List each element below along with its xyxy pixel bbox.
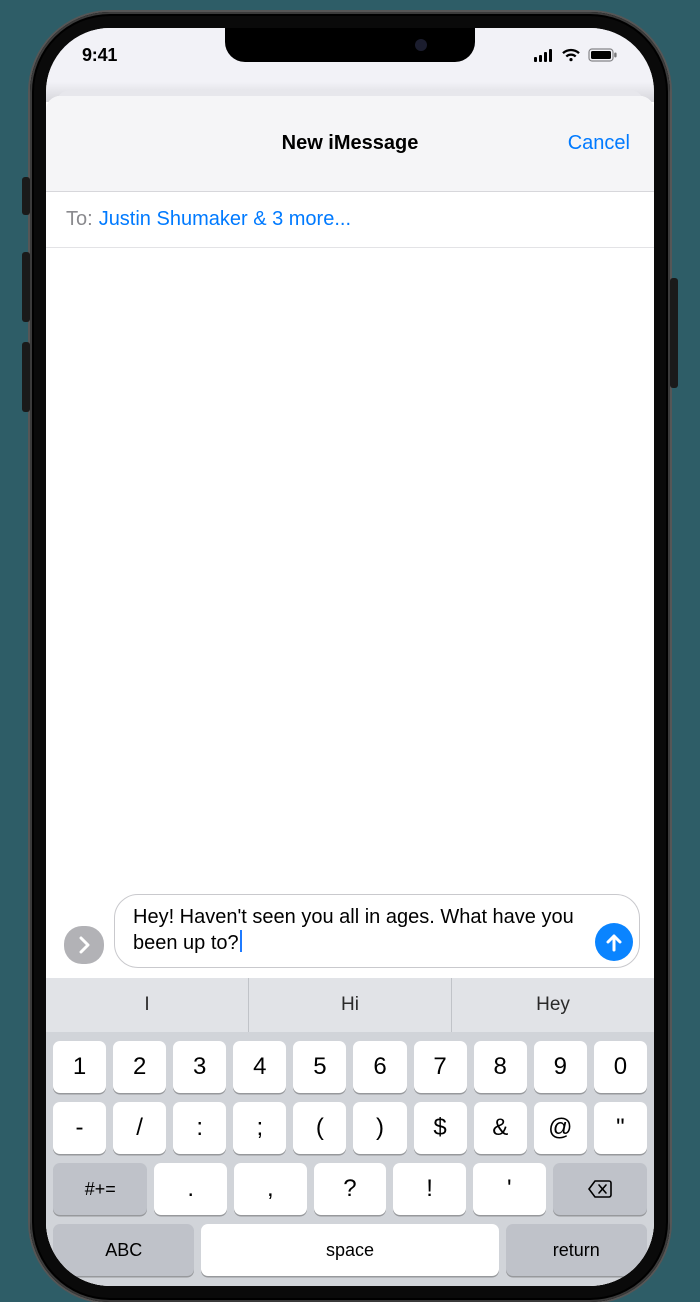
- arrow-up-icon: [605, 932, 623, 952]
- key-more-symbols[interactable]: #+=: [53, 1163, 147, 1215]
- mute-switch[interactable]: [22, 177, 30, 215]
- volume-up-button[interactable]: [22, 252, 30, 322]
- status-bar: 9:41: [46, 28, 654, 82]
- key-delete[interactable]: [553, 1163, 647, 1215]
- app-drawer-expand-button[interactable]: [64, 926, 104, 964]
- message-input[interactable]: Hey! Haven't seen you all in ages. What …: [114, 894, 640, 968]
- phone-frame: 9:41 New iMessage Cancel To: Justin Shum…: [30, 12, 670, 1302]
- key-lparen[interactable]: (: [293, 1102, 346, 1154]
- key-9[interactable]: 9: [534, 1041, 587, 1093]
- key-slash[interactable]: /: [113, 1102, 166, 1154]
- key-return[interactable]: return: [506, 1224, 647, 1276]
- key-apostrophe[interactable]: ': [473, 1163, 546, 1215]
- send-button[interactable]: [595, 923, 633, 961]
- keyboard: I Hi Hey 1 2 3 4 5 6 7 8 9 0 -: [46, 978, 654, 1286]
- key-row-3: #+= . , ? ! ': [46, 1154, 654, 1215]
- key-0[interactable]: 0: [594, 1041, 647, 1093]
- key-at[interactable]: @: [534, 1102, 587, 1154]
- text-cursor: [240, 930, 242, 952]
- key-7[interactable]: 7: [414, 1041, 467, 1093]
- key-period[interactable]: .: [154, 1163, 227, 1215]
- key-row-2: - / : ; ( ) $ & @ ": [46, 1093, 654, 1154]
- suggestion-1[interactable]: I: [46, 978, 249, 1032]
- camera-icon: [415, 39, 427, 51]
- key-row-4: ABC space return: [46, 1215, 654, 1276]
- new-message-sheet: New iMessage Cancel To: Justin Shumaker …: [46, 96, 654, 1286]
- key-question[interactable]: ?: [314, 1163, 387, 1215]
- key-amp[interactable]: &: [474, 1102, 527, 1154]
- key-6[interactable]: 6: [353, 1041, 406, 1093]
- cancel-button[interactable]: Cancel: [568, 132, 630, 155]
- nav-title: New iMessage: [282, 132, 419, 155]
- key-dash[interactable]: -: [53, 1102, 106, 1154]
- suggestion-3[interactable]: Hey: [452, 978, 654, 1032]
- battery-icon: [588, 48, 618, 62]
- key-4[interactable]: 4: [233, 1041, 286, 1093]
- quicktype-bar: I Hi Hey: [46, 978, 654, 1032]
- key-dollar[interactable]: $: [414, 1102, 467, 1154]
- key-exclaim[interactable]: !: [393, 1163, 466, 1215]
- side-button[interactable]: [670, 278, 678, 388]
- key-row-1: 1 2 3 4 5 6 7 8 9 0: [46, 1032, 654, 1093]
- key-5[interactable]: 5: [293, 1041, 346, 1093]
- key-2[interactable]: 2: [113, 1041, 166, 1093]
- message-input-text: Hey! Haven't seen you all in ages. What …: [133, 906, 574, 955]
- cellular-icon: [534, 49, 554, 62]
- key-8[interactable]: 8: [474, 1041, 527, 1093]
- key-3[interactable]: 3: [173, 1041, 226, 1093]
- key-comma[interactable]: ,: [234, 1163, 307, 1215]
- key-colon[interactable]: :: [173, 1102, 226, 1154]
- status-time: 9:41: [82, 45, 117, 66]
- notch: [225, 28, 475, 62]
- key-abc[interactable]: ABC: [53, 1224, 194, 1276]
- delete-icon: [587, 1179, 613, 1199]
- key-quote[interactable]: ": [594, 1102, 647, 1154]
- key-space[interactable]: space: [201, 1224, 498, 1276]
- key-semicolon[interactable]: ;: [233, 1102, 286, 1154]
- recipients-field[interactable]: To: Justin Shumaker & 3 more...: [46, 192, 654, 248]
- suggestion-2[interactable]: Hi: [249, 978, 452, 1032]
- conversation-thread[interactable]: [46, 248, 654, 886]
- screen: 9:41 New iMessage Cancel To: Justin Shum…: [46, 28, 654, 1286]
- status-icons: [534, 48, 618, 62]
- nav-bar: New iMessage Cancel: [46, 96, 654, 192]
- key-rparen[interactable]: ): [353, 1102, 406, 1154]
- volume-down-button[interactable]: [22, 342, 30, 412]
- to-value: Justin Shumaker & 3 more...: [99, 208, 351, 231]
- compose-bar: Hey! Haven't seen you all in ages. What …: [46, 886, 654, 978]
- key-1[interactable]: 1: [53, 1041, 106, 1093]
- chevron-right-icon: [77, 936, 91, 954]
- to-label: To:: [66, 208, 93, 231]
- wifi-icon: [561, 48, 581, 62]
